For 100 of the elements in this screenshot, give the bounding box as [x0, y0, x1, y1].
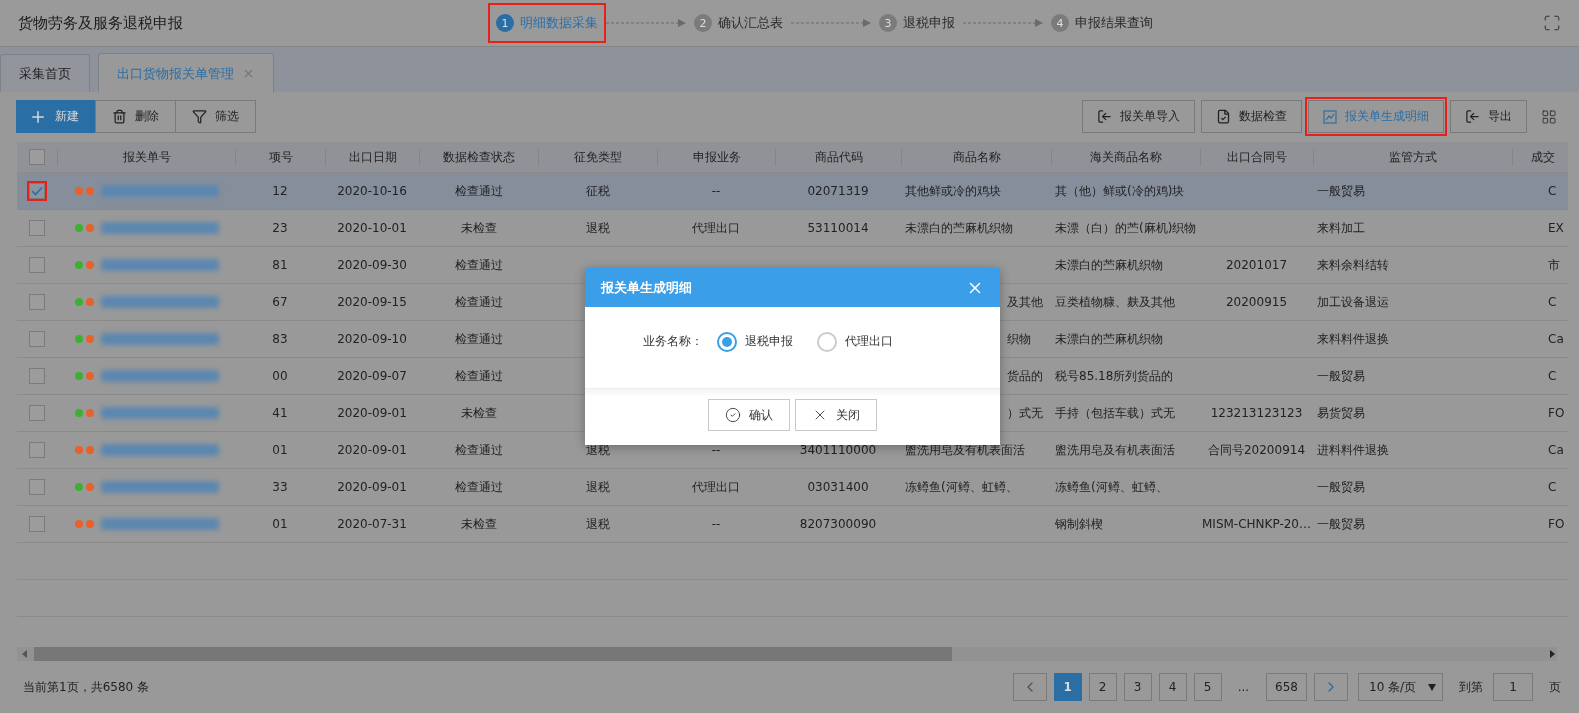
table-cell: 及其他 — [1007, 293, 1043, 311]
table-cell: 盥洗用皂及有机表面活 — [1055, 441, 1175, 459]
table-cell: 81 — [272, 258, 288, 272]
table-cell: 征税 — [585, 182, 610, 200]
table-cell: 检查通过 — [454, 478, 503, 496]
wizard-step[interactable]: 2 确认汇总表 — [686, 3, 791, 44]
table-cell: 税号85.18所列货品的 — [1055, 367, 1174, 385]
column-header: 数据检查状态 — [443, 148, 515, 166]
table-cell: 2020-09-15 — [337, 295, 407, 309]
table-cell: 检查通过 — [454, 256, 503, 274]
table-cell: 00 — [272, 369, 288, 383]
record-summary: 当前第1页，共6580 条 — [23, 678, 149, 696]
page-button[interactable]: 1 — [1053, 673, 1082, 701]
table-cell: 未漂白的苎麻机织物 — [1055, 330, 1163, 348]
table-cell: 2020-09-10 — [337, 332, 407, 346]
table-cell: 01 — [272, 517, 288, 531]
close-button[interactable]: 关闭 — [795, 399, 877, 431]
table-cell: 20200915 — [1225, 295, 1288, 309]
table-cell: 退税 — [585, 515, 610, 533]
wizard-step[interactable]: 4 申报结果查询 — [1043, 3, 1161, 44]
table-cell: C — [1548, 369, 1557, 383]
column-header: 项号 — [268, 148, 293, 166]
filter-button[interactable]: 筛选 — [175, 100, 256, 133]
table-cell: 未漂白的苎麻机织物 — [1055, 256, 1163, 274]
table-cell: 41 — [272, 406, 288, 420]
table-cell: C — [1548, 184, 1557, 198]
table-cell: 合同号20200914 — [1207, 441, 1306, 459]
table-row[interactable]: 12 2020-10-16 检查通过 征税 -- 02071319 其他鲜或冷的鸡块 其（他）鲜或(冷的鸡)块 一般贸易 C — [17, 173, 1568, 210]
table-cell: 23 — [272, 221, 288, 235]
table-cell: 67 — [272, 295, 288, 309]
table-cell: EX — [1548, 221, 1564, 235]
table-cell: 加工设备退运 — [1317, 293, 1389, 311]
table-cell: MISM-CHNKP-20… — [1202, 517, 1311, 531]
table-cell: 来料料件退换 — [1317, 330, 1389, 348]
table-cell: 豆类植物糠、麸及其他 — [1055, 293, 1175, 311]
table-cell: 123213123123 — [1210, 406, 1303, 420]
page-size-select[interactable]: 10 条/页 — [1358, 673, 1443, 701]
table-cell: 3401110000 — [799, 443, 877, 457]
table-cell: 代理出口 — [692, 219, 740, 237]
table-cell: 检查通过 — [454, 182, 503, 200]
table-cell: 一般贸易 — [1317, 478, 1365, 496]
table-cell: 未检查 — [460, 515, 497, 533]
radio-option[interactable]: 代理出口 — [817, 331, 893, 352]
table-cell: 未检查 — [460, 404, 497, 422]
table-cell: 2020-09-01 — [337, 406, 407, 420]
table-cell: 33 — [272, 480, 288, 494]
column-header: 商品代码 — [814, 148, 863, 166]
table-cell: 53110014 — [807, 221, 869, 235]
table-cell: 02071319 — [807, 184, 869, 198]
table-cell: 盥洗用皂及有机表面活 — [905, 441, 1025, 459]
table-cell: ）式无 — [1007, 404, 1043, 422]
table-cell: 代理出口 — [692, 478, 740, 496]
page-button[interactable]: 4 — [1158, 673, 1187, 701]
column-header: 征免类型 — [574, 148, 622, 166]
table-cell: 8207300090 — [799, 517, 877, 531]
page-button[interactable]: 5 — [1193, 673, 1222, 701]
table-cell: 退税 — [585, 478, 610, 496]
table-cell: 未漂白的苎麻机织物 — [905, 219, 1013, 237]
wizard-step[interactable]: 1 明细数据采集 — [488, 3, 606, 44]
column-header: 出口合同号 — [1227, 148, 1287, 166]
table-cell: 其（他）鲜或(冷的鸡)块 — [1055, 182, 1185, 200]
page-button[interactable]: 2 — [1088, 673, 1117, 701]
table-cell: 检查通过 — [454, 441, 503, 459]
table-cell: 易货贸易 — [1317, 404, 1365, 422]
table-cell: 其他鲜或冷的鸡块 — [905, 182, 1001, 200]
page-button[interactable]: 658 — [1266, 673, 1307, 701]
table-cell: 来料加工 — [1317, 219, 1365, 237]
table-cell: 检查通过 — [454, 367, 503, 385]
table-cell: 织物 — [1007, 330, 1031, 348]
table-cell: Ca — [1548, 443, 1564, 457]
toolbar-button[interactable]: 数据检查 — [1201, 100, 1302, 133]
delete-button[interactable]: 删除 — [95, 100, 176, 133]
table-cell: 检查通过 — [454, 330, 503, 348]
wizard-step[interactable]: 3 退税申报 — [871, 3, 963, 44]
page-button[interactable]: 3 — [1123, 673, 1152, 701]
table-cell: 2020-09-01 — [337, 480, 407, 494]
goto-label: 到第 — [1459, 678, 1483, 696]
column-header: 成交 — [1531, 148, 1555, 166]
new-button[interactable]: 新建 — [16, 100, 96, 133]
table-cell: 2020-09-07 — [337, 369, 407, 383]
table-cell: C — [1548, 295, 1557, 309]
table-cell: 未检查 — [460, 219, 497, 237]
table-cell: 2020-07-31 — [337, 517, 407, 531]
table-cell: 一般贸易 — [1317, 367, 1365, 385]
table-cell: -- — [711, 517, 721, 531]
tab[interactable]: 采集首页 — [0, 54, 90, 92]
confirm-button[interactable]: 确认 — [708, 399, 790, 431]
toolbar-button[interactable]: 导出 — [1450, 100, 1527, 133]
page-input[interactable]: 1 — [1493, 673, 1533, 701]
column-header: 申报业务 — [692, 148, 741, 166]
table-cell: -- — [711, 184, 721, 198]
toolbar-button[interactable]: 报关单导入 — [1082, 100, 1195, 133]
column-header: 出口日期 — [348, 148, 397, 166]
table-cell: 市 — [1548, 256, 1560, 274]
table-cell: 货品的 — [1007, 367, 1043, 385]
table-cell: 03031400 — [807, 480, 869, 494]
column-header: 海关商品名称 — [1090, 148, 1162, 166]
table-cell: 01 — [272, 443, 288, 457]
field-label: 业务名称： — [643, 333, 703, 350]
radio-option[interactable]: 退税申报 — [717, 331, 793, 352]
